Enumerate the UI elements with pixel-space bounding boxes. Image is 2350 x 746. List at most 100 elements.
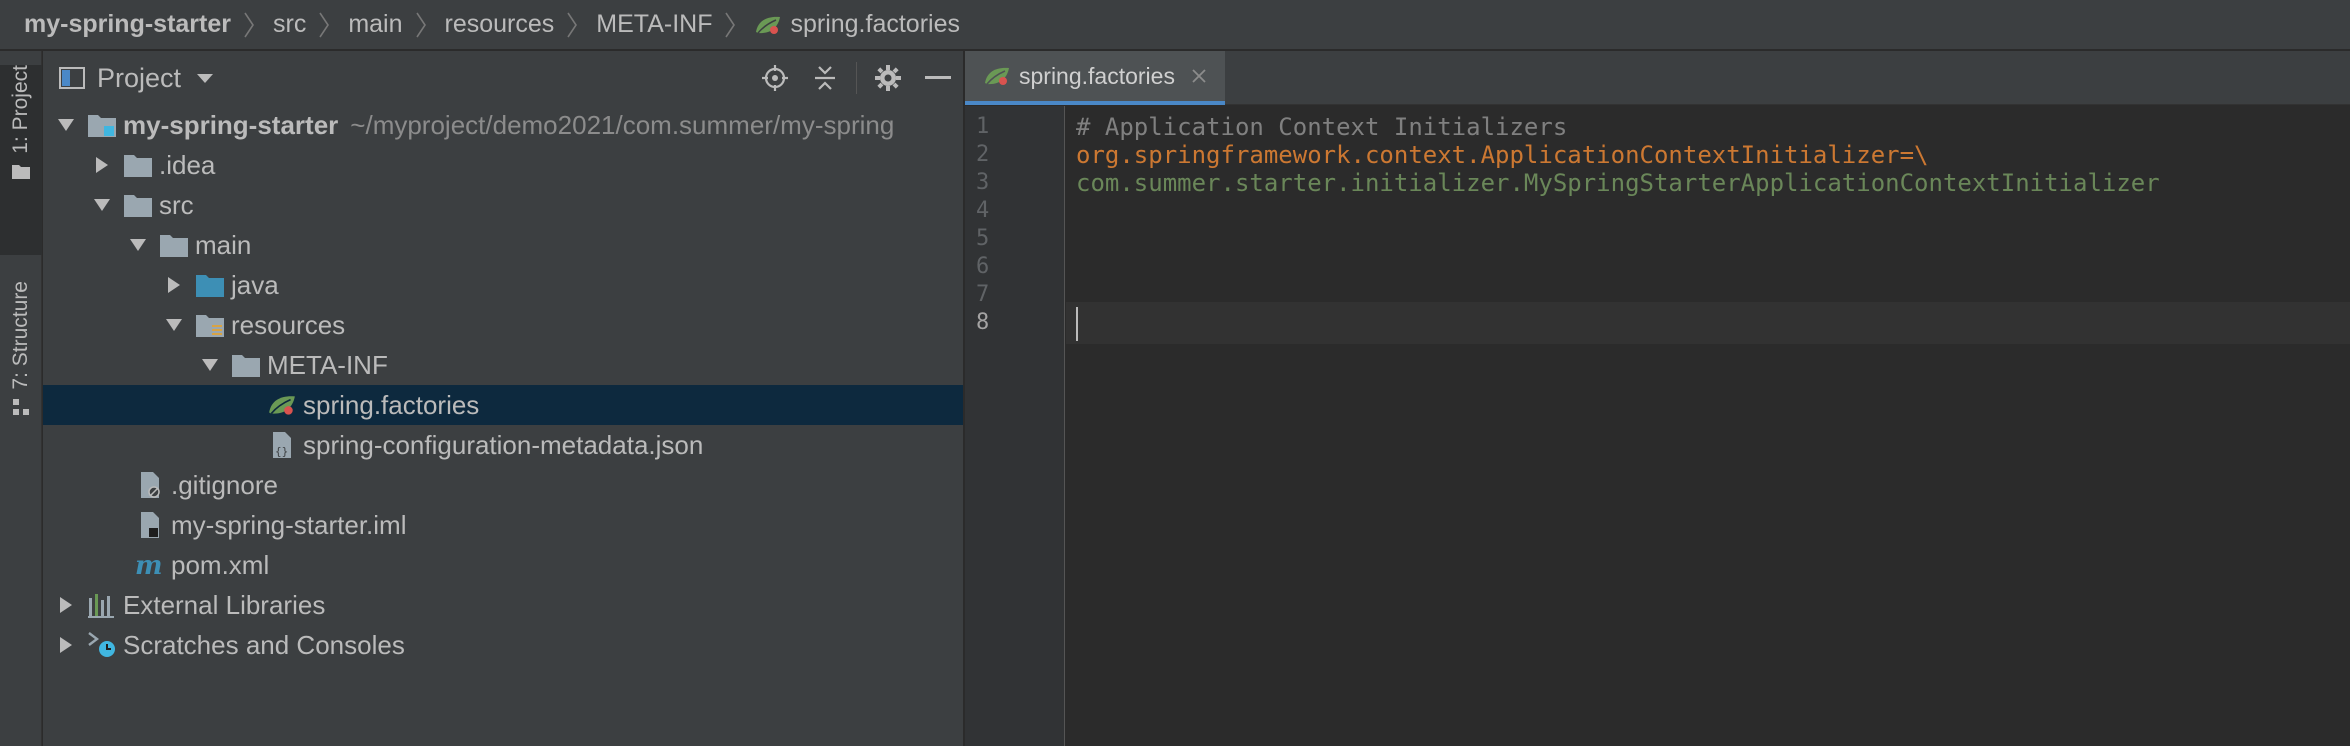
stripe-tab-structure[interactable]: 7: Structure	[0, 281, 42, 451]
tree-item-gitignore[interactable]: .gitignore	[43, 465, 963, 505]
line-number-gutter: 1 2 3 4 5 6 7 8	[965, 106, 1065, 746]
editor-tab-bar: spring.factories	[965, 51, 2350, 105]
collapsed-arrow-icon[interactable]	[55, 634, 77, 656]
stripe-structure-label: 7: Structure	[9, 281, 32, 390]
expanded-arrow-icon[interactable]	[163, 314, 185, 336]
stripe-tab-project[interactable]: 1: Project	[0, 65, 42, 255]
tree-item-metadata-json[interactable]: {} spring-configuration-metadata.json	[43, 425, 963, 465]
tree-item-label: main	[195, 229, 252, 260]
tree-item-label: pom.xml	[171, 549, 270, 580]
tree-item-label: my-spring-starter	[123, 109, 339, 140]
breadcrumb-item-meta-inf[interactable]: META-INF	[596, 10, 712, 39]
collapsed-arrow-icon[interactable]	[55, 594, 77, 616]
tree-item-label: External Libraries	[123, 589, 326, 620]
spring-leaf-icon	[756, 16, 781, 34]
expanded-arrow-icon[interactable]	[127, 234, 149, 256]
spring-leaf-icon	[267, 391, 297, 419]
tree-item-label: spring-configuration-metadata.json	[303, 429, 704, 460]
tree-item-label: META-INF	[267, 349, 388, 380]
tree-item-label: my-spring-starter.iml	[171, 509, 407, 540]
chevron-right-icon	[243, 10, 259, 40]
svg-text:m: m	[135, 552, 163, 578]
code-editor[interactable]: 1 2 3 4 5 6 7 8 # Application Context In…	[965, 106, 2350, 746]
collapse-all-button[interactable]	[800, 51, 850, 105]
project-panel-header: Project	[43, 51, 963, 105]
iml-file-icon	[135, 511, 165, 539]
chevron-right-icon	[566, 10, 582, 40]
spring-leaf-icon	[985, 67, 1009, 85]
tree-item-label: src	[159, 189, 194, 220]
tree-item-label: .gitignore	[171, 469, 278, 500]
code-line-8-current[interactable]	[1066, 302, 2350, 344]
text-caret	[1076, 307, 1078, 341]
breadcrumb-item-main[interactable]: main	[348, 10, 402, 39]
tree-item-my-spring-starter[interactable]: my-spring-starter ~/myproject/demo2021/c…	[43, 105, 963, 145]
toolbar-divider	[856, 62, 857, 94]
scratches-icon	[87, 631, 117, 659]
project-panel-title: Project	[97, 62, 182, 93]
collapsed-arrow-icon[interactable]	[163, 274, 185, 296]
breadcrumb-item-file[interactable]: spring.factories	[754, 10, 960, 39]
structure-icon	[13, 398, 29, 415]
tree-item-label: java	[231, 269, 279, 300]
resources-folder-icon	[195, 311, 225, 339]
project-panel-toolbar	[750, 51, 963, 105]
close-icon[interactable]	[1191, 68, 1207, 84]
editor-tab-spring-factories[interactable]: spring.factories	[965, 51, 1225, 105]
tool-window-stripe: 1: Project 7: Structure	[0, 51, 42, 746]
tree-item-label: resources	[231, 309, 346, 340]
breadcrumb-item-project[interactable]: my-spring-starter	[24, 10, 231, 39]
stripe-project-label: 1: Project	[9, 65, 32, 154]
project-tree: my-spring-starter ~/myproject/demo2021/c…	[43, 105, 963, 665]
module-folder-icon	[87, 111, 117, 139]
locate-button[interactable]	[750, 51, 800, 105]
collapse-all-icon	[815, 66, 835, 90]
tree-item-iml[interactable]: my-spring-starter.iml	[43, 505, 963, 545]
chevron-down-icon[interactable]	[195, 71, 215, 85]
settings-button[interactable]	[863, 51, 913, 105]
libraries-icon	[87, 591, 117, 619]
tree-item-main[interactable]: main	[43, 225, 963, 265]
json-file-icon: {}	[267, 431, 297, 459]
hide-panel-button[interactable]	[913, 51, 963, 105]
collapsed-arrow-icon[interactable]	[91, 154, 113, 176]
breadcrumb: my-spring-starter src main resources MET…	[0, 0, 2350, 50]
svg-text:{}: {}	[275, 445, 288, 458]
tree-item-label: Scratches and Consoles	[123, 629, 405, 660]
folder-icon	[123, 191, 153, 219]
chevron-right-icon	[415, 10, 431, 40]
tree-item-pom[interactable]: m pom.xml	[43, 545, 963, 585]
breadcrumb-item-src[interactable]: src	[273, 10, 306, 39]
breadcrumb-item-resources[interactable]: resources	[445, 10, 555, 39]
tree-item-idea[interactable]: .idea	[43, 145, 963, 185]
line-number-current: 8	[976, 310, 990, 335]
folder-icon	[231, 351, 261, 379]
tree-item-spring-factories[interactable]: spring.factories	[43, 385, 963, 425]
tree-item-label: spring.factories	[303, 389, 480, 420]
expanded-arrow-icon[interactable]	[199, 354, 221, 376]
tree-item-scratches[interactable]: Scratches and Consoles	[43, 625, 963, 665]
tree-item-resources[interactable]: resources	[43, 305, 963, 345]
tree-item-src[interactable]: src	[43, 185, 963, 225]
tree-item-label: .idea	[159, 149, 216, 180]
source-folder-icon	[195, 271, 225, 299]
folder-icon	[12, 164, 30, 179]
tree-item-meta-inf[interactable]: META-INF	[43, 345, 963, 385]
minimize-icon	[925, 76, 951, 79]
gear-icon	[875, 65, 901, 91]
tree-item-external-libraries[interactable]: External Libraries	[43, 585, 963, 625]
maven-icon: m	[135, 551, 165, 579]
expanded-arrow-icon[interactable]	[91, 194, 113, 216]
chevron-right-icon	[724, 10, 740, 40]
locate-icon	[762, 65, 788, 91]
expanded-arrow-icon[interactable]	[55, 114, 77, 136]
project-window-icon	[59, 67, 85, 89]
project-panel: Project my-spring-starter ~/myproject/de…	[43, 51, 964, 746]
tree-item-java[interactable]: java	[43, 265, 963, 305]
ignore-file-icon	[135, 471, 165, 499]
editor-tab-label: spring.factories	[1019, 62, 1175, 89]
folder-icon	[123, 151, 153, 179]
folder-icon	[159, 231, 189, 259]
chevron-right-icon	[318, 10, 334, 40]
project-path: ~/myproject/demo2021/com.summer/my-sprin…	[350, 109, 895, 140]
